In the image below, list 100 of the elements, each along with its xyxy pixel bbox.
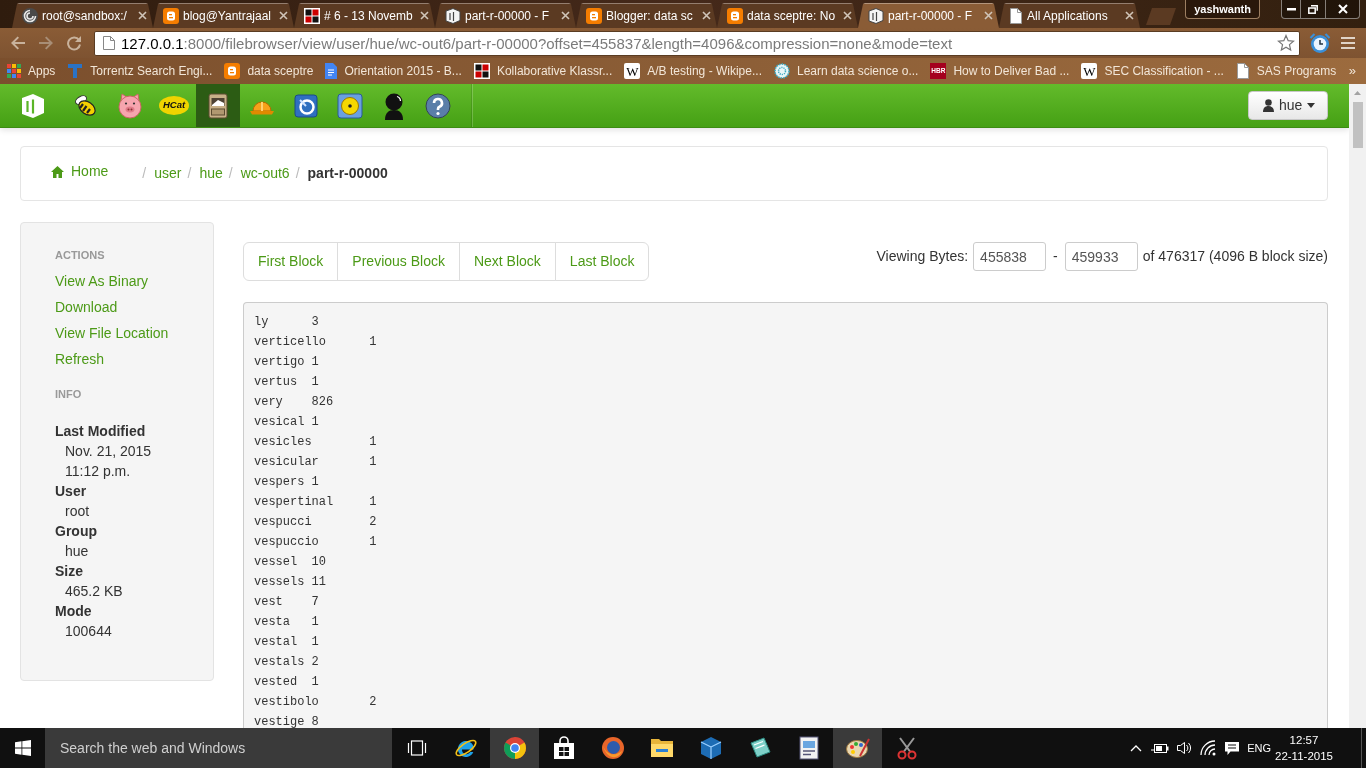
browser-tab[interactable]: All Applications: [999, 3, 1140, 28]
bookmark-link[interactable]: Apps: [1, 58, 62, 84]
alarm-clock-icon: [1309, 32, 1331, 54]
site-logo: W: [624, 63, 641, 79]
more-bookmarks-button[interactable]: »: [1348, 61, 1356, 81]
app-nav-link[interactable]: HCat: [152, 84, 196, 127]
bookmark-link[interactable]: W SEC Classification - ...: [1075, 58, 1230, 84]
file-line: vessel 10: [254, 554, 326, 571]
home-link[interactable]: Home: [51, 161, 109, 182]
bookmark-link[interactable]: Learn data science o...: [767, 58, 925, 84]
pig-icon: [116, 91, 144, 120]
chevron-up-icon[interactable]: [1130, 744, 1143, 752]
restore-icon: [1308, 4, 1318, 14]
browser-tab[interactable]: part-r-00000 - F: [435, 3, 576, 28]
pager-button[interactable]: First Block: [243, 242, 339, 281]
taskbar-app-button[interactable]: [833, 728, 882, 768]
close-icon[interactable]: [279, 11, 288, 20]
grid-logo-icon: [473, 63, 490, 79]
close-icon[interactable]: [843, 11, 852, 20]
close-icon[interactable]: [702, 11, 711, 20]
close-window-button[interactable]: [1326, 0, 1360, 19]
bookmark-star-button[interactable]: [1275, 32, 1297, 54]
range-dash: -: [1053, 247, 1058, 266]
bookmark-link[interactable]: W A/B testing - Wikipe...: [618, 58, 768, 84]
pager-button[interactable]: Last Block: [554, 242, 650, 281]
bookmark-link[interactable]: Torrentz Search Engi...: [61, 58, 219, 84]
search-field[interactable]: Search the web and Windows: [45, 728, 392, 768]
file-line: vesta 1: [254, 614, 319, 631]
blog-logo-icon: [727, 7, 743, 24]
file-line: vestibolo 2: [254, 694, 377, 711]
pager-button[interactable]: Next Block: [458, 242, 556, 281]
speaker-icon[interactable]: [1176, 740, 1193, 756]
browser-tab[interactable]: Blogger: data sc: [576, 3, 717, 28]
bookmark-link[interactable]: Orientation 2015 - B...: [319, 58, 468, 84]
page-icon: [1009, 7, 1023, 24]
minimize-button[interactable]: [1281, 0, 1301, 19]
byte-end-field[interactable]: 459933: [1064, 242, 1138, 271]
close-icon[interactable]: [561, 11, 570, 20]
close-icon[interactable]: [138, 11, 147, 20]
globe-icon: [600, 736, 625, 760]
close-icon[interactable]: [984, 11, 993, 20]
breadcrumb-link[interactable]: hue: [199, 163, 223, 184]
restore-button[interactable]: [1301, 0, 1326, 19]
browser-tab[interactable]: data sceptre: No: [717, 3, 858, 28]
page-icon: [103, 36, 115, 50]
file-line: vertigo 1: [254, 354, 319, 371]
disc-tile-icon: [336, 91, 364, 120]
message-icon[interactable]: [1224, 740, 1241, 756]
file-line: vestige 8: [254, 714, 319, 728]
apps-grid-icon: [7, 64, 21, 78]
scissors-icon: [895, 736, 918, 760]
address-field[interactable]: 127.0.0.1:8000/filebrowser/view/user/hue/wc-out6/part-r-00000?offset=455837&length=4096&compression=none&mode=text: [94, 30, 1300, 56]
windows-logo-icon: [14, 740, 31, 756]
close-icon[interactable]: [1125, 11, 1134, 20]
palette-icon: [845, 737, 870, 759]
browser-tab[interactable]: root@sandbox:/: [12, 3, 153, 28]
pager-button[interactable]: Previous Block: [337, 242, 460, 281]
file-line: vest 7: [254, 594, 319, 611]
browser-tab[interactable]: part-r-00000 - F: [858, 3, 999, 28]
bookmark-link[interactable]: Kollaborative Klassr...: [467, 58, 619, 84]
logo-icon: [868, 7, 884, 24]
info-label: Last Modified: [55, 422, 146, 441]
clock-time: 12:57: [1289, 733, 1319, 748]
language-indicator[interactable]: ENG: [1247, 739, 1271, 757]
site-logo: W: [1081, 63, 1098, 79]
byte-start-field[interactable]: 455838: [973, 242, 1047, 271]
close-icon: [1337, 4, 1348, 14]
browser-tab[interactable]: # 6 - 13 Novemb: [294, 3, 435, 28]
info-value: root: [65, 502, 90, 521]
help-icon: [425, 92, 451, 119]
blog-logo-icon: [586, 7, 602, 24]
user-menu-button[interactable]: hue: [1248, 91, 1328, 120]
blog-logo-icon: [163, 7, 179, 24]
file-line: vestal 1: [254, 634, 319, 651]
action-link[interactable]: Refresh: [55, 346, 105, 372]
shopping-bag-icon: [552, 736, 575, 760]
info-label: Mode: [55, 602, 92, 621]
taskbar-app-button[interactable]: [490, 728, 539, 768]
action-link[interactable]: View As Binary: [55, 268, 149, 294]
scrollbar-thumb[interactable]: [1352, 102, 1363, 148]
browser-tab[interactable]: blog@Yantrajaal: [153, 3, 294, 28]
field-label: Viewing Bytes:: [876, 247, 969, 266]
breadcrumb-link[interactable]: wc-out6: [240, 163, 290, 184]
home-icon: [51, 165, 64, 178]
file-line: vespucci 2: [254, 514, 377, 531]
bookmark-link[interactable]: data sceptre: [218, 58, 320, 84]
profile-button[interactable]: yashwanth: [1185, 0, 1260, 19]
logo-icon: [445, 7, 461, 24]
breadcrumb-link[interactable]: user: [154, 163, 182, 184]
bookmark-link[interactable]: SAS Programs: [1229, 58, 1343, 84]
action-link[interactable]: Download: [55, 294, 118, 320]
battery-icon[interactable]: [1151, 741, 1170, 755]
file-line: vesical 1: [254, 414, 319, 431]
caret-icon: [1307, 103, 1316, 108]
wifi-icon[interactable]: [1200, 740, 1217, 756]
action-link[interactable]: View File Location: [55, 320, 169, 346]
star-icon: [1277, 34, 1295, 52]
file-line: vespuccio 1: [254, 534, 377, 551]
close-icon[interactable]: [420, 11, 429, 20]
app-nav-link[interactable]: [196, 84, 240, 127]
